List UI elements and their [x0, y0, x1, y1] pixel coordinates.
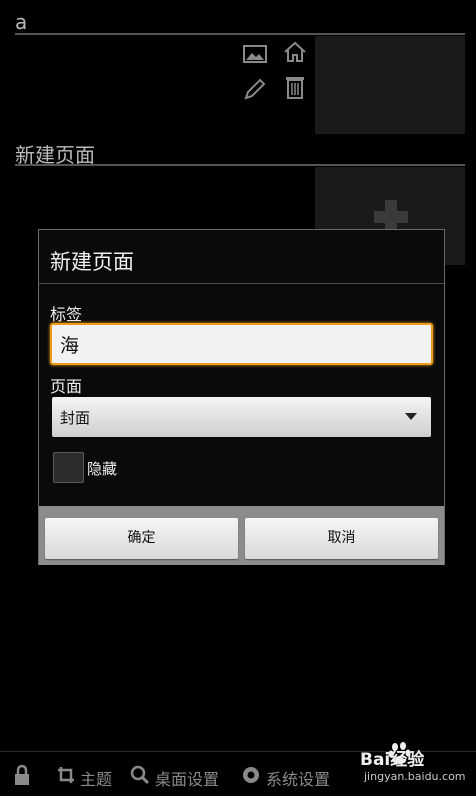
watermark-url: jingyan.baidu.com	[364, 770, 466, 783]
image-icon[interactable]	[242, 41, 268, 67]
trash-icon[interactable]	[282, 74, 308, 100]
desktop-settings-button[interactable]: 桌面设置	[155, 766, 219, 790]
home-icon[interactable]	[282, 39, 308, 65]
chevron-down-icon	[405, 413, 417, 420]
page-field-label: 页面	[50, 377, 83, 396]
hidden-checkbox[interactable]	[53, 452, 84, 483]
new-page-dialog: 新建页面 标签 页面 封面 隐藏 确定 取消	[38, 229, 445, 565]
lock-icon[interactable]	[12, 764, 32, 786]
gear-icon	[241, 765, 261, 785]
divider	[39, 283, 444, 284]
cancel-button[interactable]: 取消	[245, 518, 438, 559]
divider	[15, 33, 465, 35]
divider	[15, 164, 465, 166]
baidu-watermark: Bai经验 jingyan.baidu.com	[360, 740, 476, 796]
page-thumbnail-a[interactable]	[315, 36, 465, 134]
system-settings-button[interactable]: 系统设置	[266, 766, 330, 790]
hidden-checkbox-label[interactable]: 隐藏	[87, 458, 117, 479]
watermark-brand: Bai经验	[360, 750, 425, 770]
label-field-label: 标签	[50, 305, 83, 324]
theme-icon	[56, 765, 76, 785]
label-input[interactable]	[50, 323, 433, 365]
desktop-search-icon	[130, 765, 150, 785]
dialog-button-bar: 确定 取消	[39, 506, 444, 565]
ok-button[interactable]: 确定	[45, 518, 238, 559]
theme-button[interactable]: 主题	[80, 766, 112, 790]
page-select[interactable]: 封面	[52, 397, 431, 437]
page-select-value: 封面	[60, 409, 91, 427]
page-title-a[interactable]: a	[15, 10, 27, 34]
edit-icon[interactable]	[242, 76, 268, 102]
dialog-title: 新建页面	[50, 250, 134, 274]
